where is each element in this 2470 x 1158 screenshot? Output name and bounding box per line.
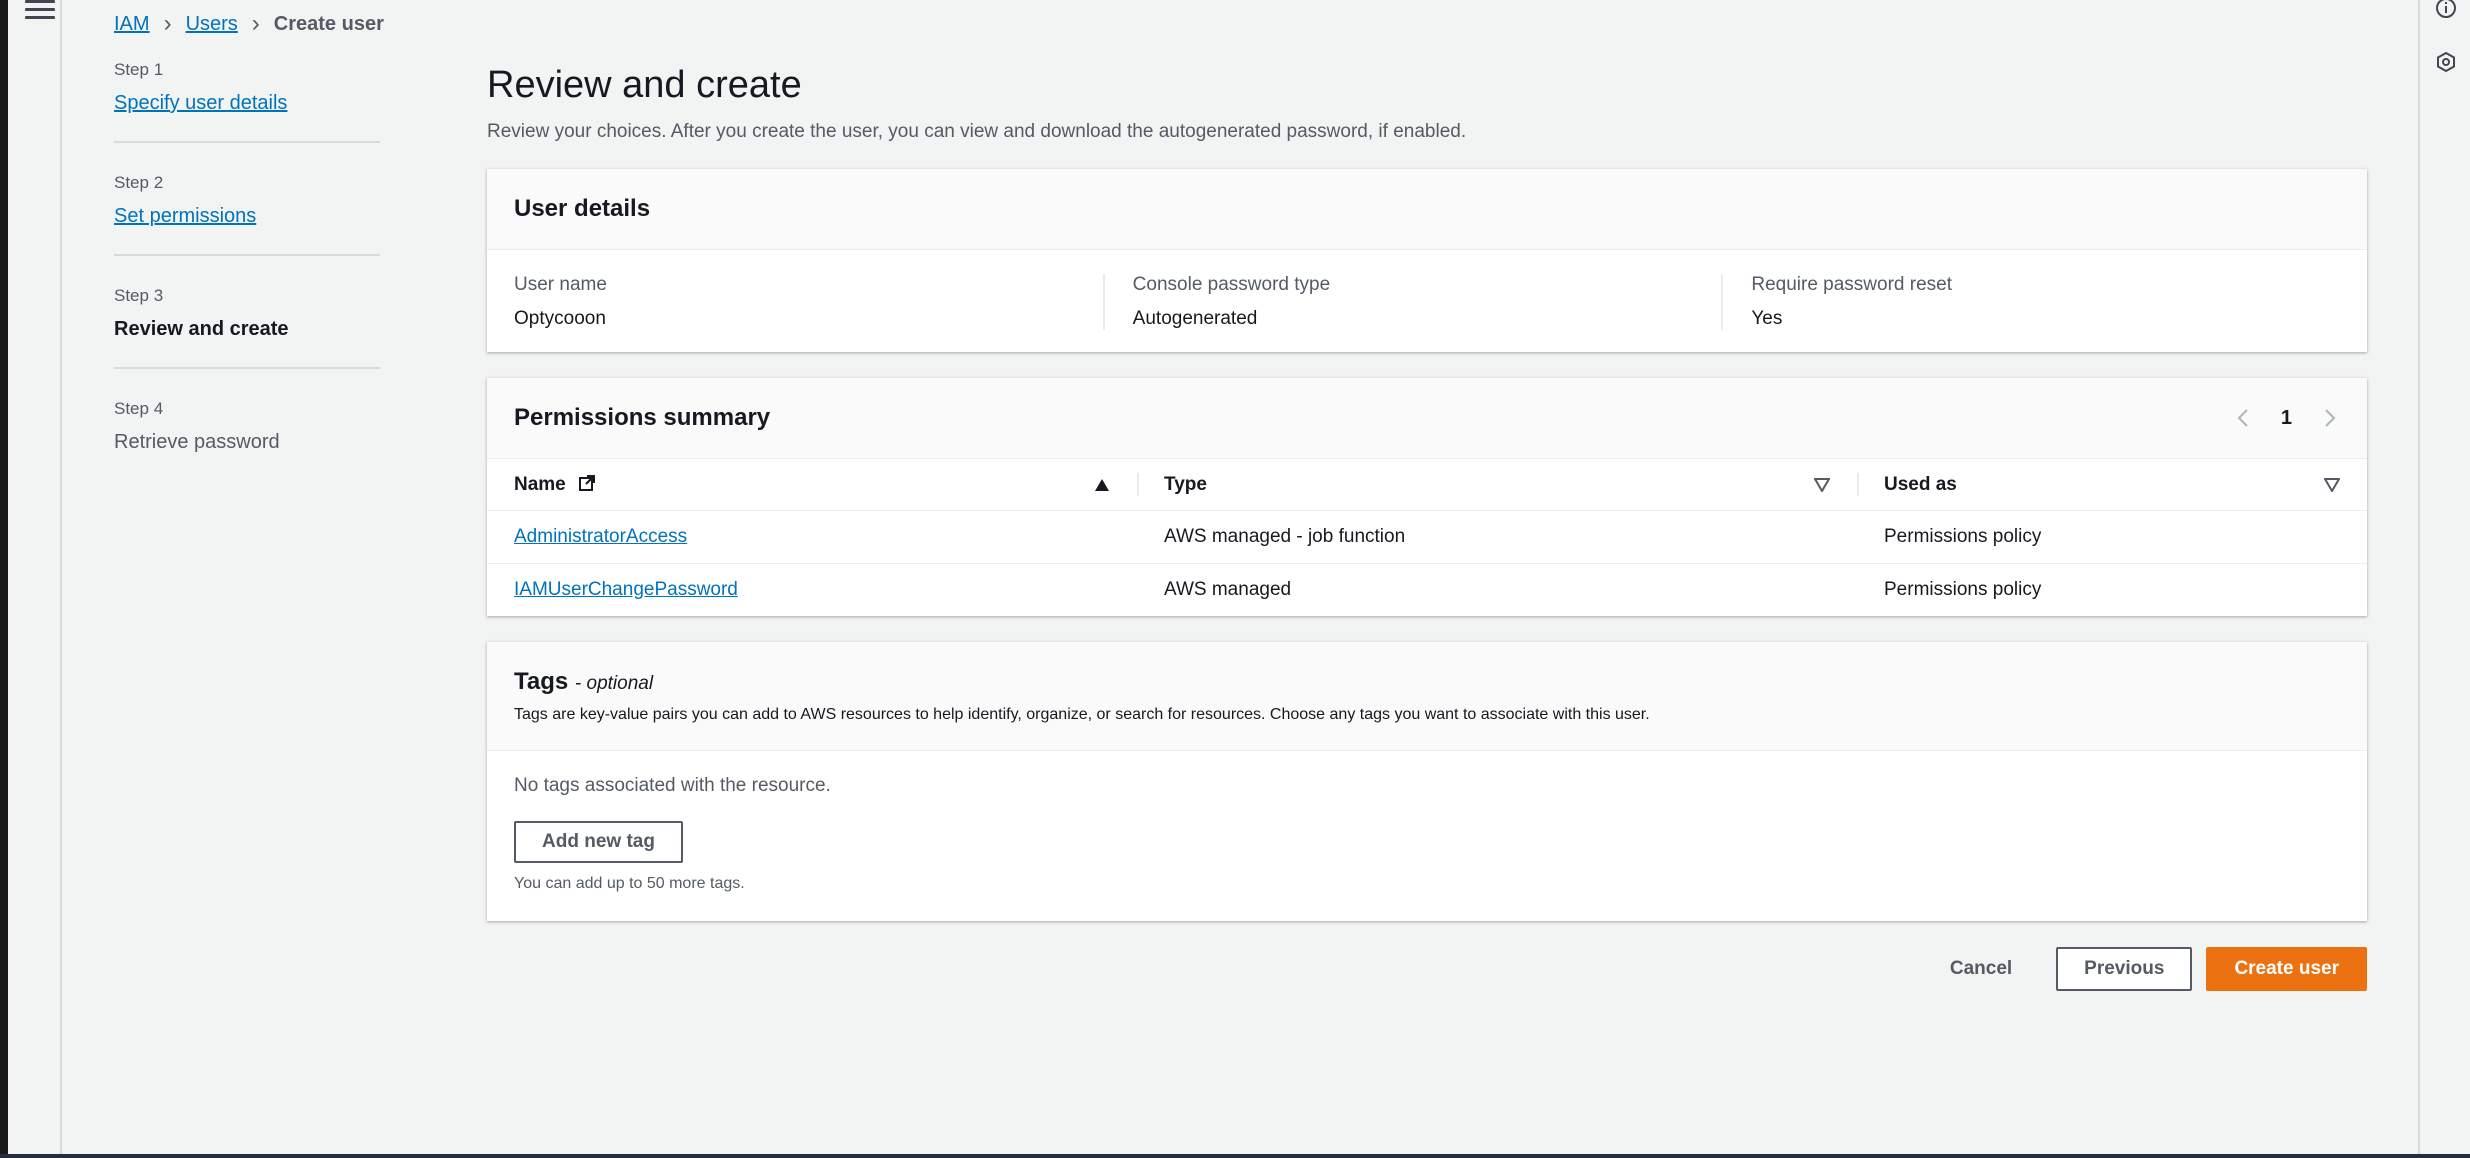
column-label: Name: [514, 474, 566, 495]
create-user-button[interactable]: Create user: [2206, 947, 2367, 991]
detail-require-password-reset: Require password reset Yes: [1721, 274, 2340, 330]
detail-user-name: User name Optycooon: [514, 274, 1103, 330]
step-link-set-permissions[interactable]: Set permissions: [114, 205, 256, 227]
external-link-icon: [579, 475, 596, 491]
detail-label: User name: [514, 274, 607, 295]
detail-value: Yes: [1751, 308, 1783, 329]
column-label: Used as: [1884, 473, 1957, 495]
wizard-steps: Step 1 Specify user details Step 2 Set p…: [114, 60, 380, 510]
card-header: Tags - optional Tags are key-value pairs…: [487, 642, 2367, 751]
column-header-name[interactable]: Name: [487, 459, 1137, 511]
permissions-summary-title: Permissions summary: [514, 404, 771, 431]
step-label-retrieve-password: Retrieve password: [114, 431, 280, 453]
tags-description: Tags are key-value pairs you can add to …: [514, 706, 1650, 723]
sort-descending-icon[interactable]: [2324, 477, 2340, 492]
detail-console-password-type: Console password type Autogenerated: [1102, 274, 1722, 330]
detail-value: Optycooon: [514, 308, 606, 329]
optional-label: - optional: [574, 673, 654, 694]
breadcrumb-iam[interactable]: IAM: [114, 13, 150, 36]
settings-hexagon-icon[interactable]: [2434, 50, 2458, 74]
detail-value: Autogenerated: [1132, 308, 1258, 329]
tags-card: Tags - optional Tags are key-value pairs…: [487, 642, 2367, 921]
main-content: Review and create Review your choices. A…: [487, 64, 2367, 991]
step-3: Step 3 Review and create: [114, 286, 380, 369]
detail-label: Require password reset: [1751, 274, 1952, 295]
breadcrumb-current: Create user: [273, 12, 384, 35]
page-number[interactable]: 1: [2281, 407, 2292, 430]
step-number: Step 1: [114, 60, 164, 79]
user-details-title: User details: [514, 195, 651, 222]
policy-type: AWS managed - job function: [1137, 510, 1857, 564]
tags-title-text: Tags: [514, 668, 569, 695]
step-1: Step 1 Specify user details: [114, 60, 380, 143]
policy-type: AWS managed: [1164, 579, 1292, 600]
card-header: User details: [487, 169, 2367, 250]
chevron-right-icon[interactable]: [2320, 406, 2340, 430]
wizard-actions: Cancel Previous Create user: [487, 947, 2367, 991]
policy-link[interactable]: IAMUserChangePassword: [514, 579, 738, 600]
breadcrumb-users[interactable]: Users: [186, 13, 238, 36]
chevron-right-icon: ›: [251, 10, 260, 37]
permissions-summary-card: Permissions summary 1 Name Type Used as …: [487, 378, 2367, 616]
user-details-card: User details User name Optycooon Console…: [487, 169, 2367, 352]
step-number: Step 2: [114, 173, 164, 192]
policy-used-as: Permissions policy: [1884, 579, 2042, 600]
tools-rail: [2418, 0, 2470, 1158]
page-title: Review and create: [487, 64, 802, 106]
card-header: Permissions summary 1: [487, 378, 2367, 459]
chevron-left-icon[interactable]: [2233, 406, 2253, 430]
no-tags-message: No tags associated with the resource.: [514, 775, 831, 796]
column-header-type[interactable]: Type: [1137, 459, 1857, 511]
step-link-specify-user-details[interactable]: Specify user details: [114, 92, 287, 114]
page-description: Review your choices. After you create th…: [487, 121, 1467, 142]
tags-title: Tags - optional: [514, 668, 2340, 696]
step-4: Step 4 Retrieve password: [114, 399, 380, 480]
user-details-fields: User name Optycooon Console password typ…: [487, 250, 2367, 352]
breadcrumb: IAM › Users › Create user: [114, 10, 384, 38]
add-new-tag-button[interactable]: Add new tag: [514, 821, 683, 863]
info-icon[interactable]: [2434, 0, 2458, 20]
sort-descending-icon[interactable]: [1814, 477, 1830, 492]
tags-limit-hint: You can add up to 50 more tags.: [514, 875, 745, 892]
previous-button[interactable]: Previous: [2056, 947, 2193, 991]
detail-label: Console password type: [1132, 274, 1331, 295]
cancel-button[interactable]: Cancel: [1920, 948, 2042, 990]
step-2: Step 2 Set permissions: [114, 173, 380, 256]
step-label-review-and-create: Review and create: [114, 318, 289, 340]
policy-used-as: Permissions policy: [1857, 510, 2367, 564]
table-row: IAMUserChangePassword AWS managed Permis…: [487, 564, 2367, 617]
policy-link[interactable]: AdministratorAccess: [514, 526, 687, 547]
navigation-rail: [8, 0, 62, 1158]
menu-icon[interactable]: [25, 0, 55, 22]
column-header-used-as[interactable]: Used as: [1857, 459, 2367, 511]
bottom-bar: [0, 1154, 2470, 1158]
column-label: Type: [1164, 473, 1207, 495]
pagination: 1: [2233, 406, 2340, 430]
tags-body: No tags associated with the resource. Ad…: [487, 751, 2367, 921]
step-number: Step 4: [114, 399, 164, 418]
step-number: Step 3: [114, 286, 164, 305]
chevron-right-icon: ›: [163, 10, 172, 37]
table-row: AdministratorAccess AWS managed - job fu…: [487, 510, 2367, 564]
permissions-table: Name Type Used as AdministratorAccess AW…: [487, 459, 2367, 616]
window-edge: [0, 0, 8, 1158]
sort-ascending-icon[interactable]: [1094, 478, 1110, 492]
